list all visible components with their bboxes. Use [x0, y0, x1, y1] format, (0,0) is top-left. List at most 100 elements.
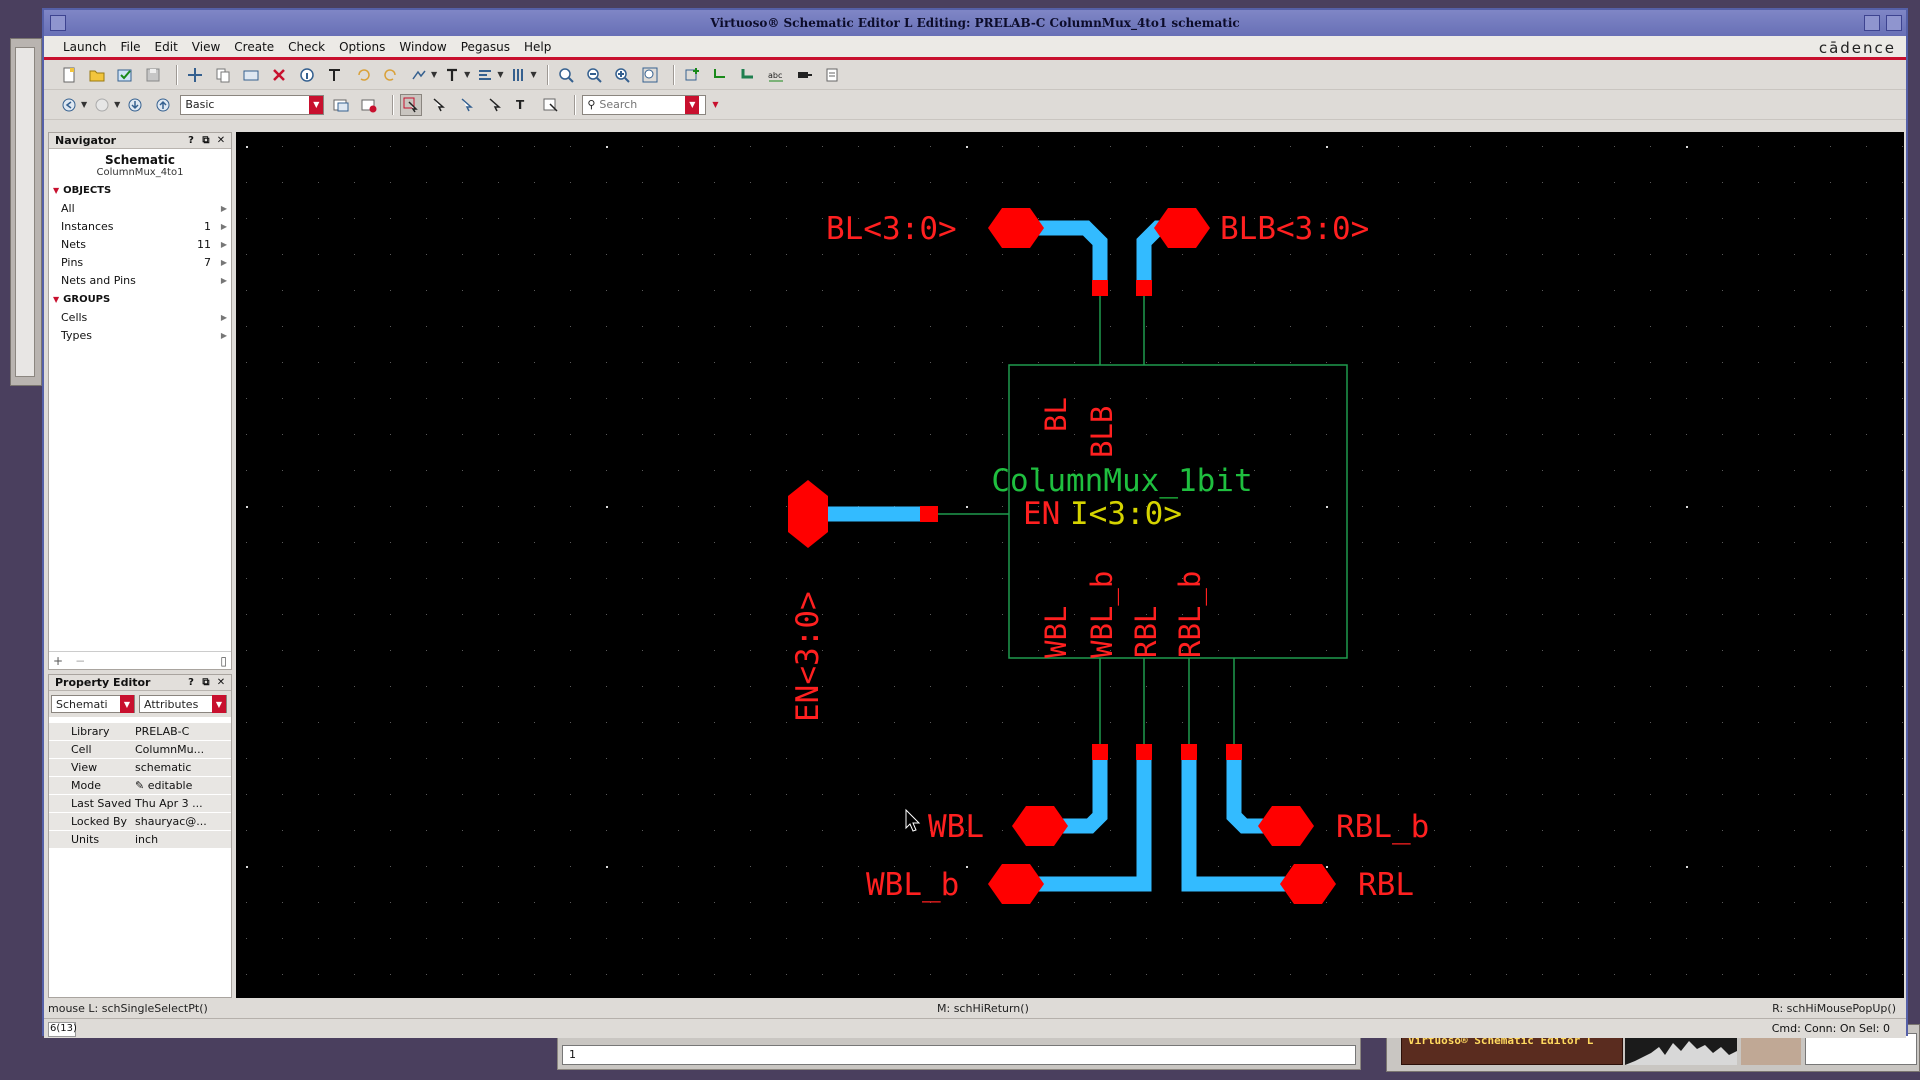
search-options-chevron-icon[interactable]: ▼: [712, 100, 718, 109]
hierarchy-icon[interactable]: [408, 64, 430, 86]
wire-bl[interactable]: [1032, 220, 1108, 282]
add-instance-icon[interactable]: [681, 64, 703, 86]
attributes-combo[interactable]: Attributes ▼: [139, 695, 227, 713]
pin-rbl-b[interactable]: [1258, 806, 1314, 846]
nav-item-instances[interactable]: Instances 1 ▶: [49, 217, 231, 235]
property-row[interactable]: Library PRELAB-C: [49, 723, 231, 741]
redo-icon[interactable]: [380, 64, 402, 86]
menu-create[interactable]: Create: [227, 40, 281, 54]
property-row[interactable]: Units inch: [49, 831, 231, 849]
expand-triangle-icon: ▼: [53, 295, 60, 304]
distribute-icon[interactable]: [507, 64, 529, 86]
align-icon[interactable]: [474, 64, 496, 86]
select-text-icon[interactable]: T: [512, 94, 534, 116]
nav-item-cells[interactable]: Cells ▶: [49, 308, 231, 326]
remove-group-icon[interactable]: −: [75, 654, 85, 668]
nav-item-nets[interactable]: Nets 11 ▶: [49, 235, 231, 253]
select-nets-icon[interactable]: [456, 94, 478, 116]
help-icon[interactable]: ?: [185, 676, 197, 688]
menu-edit[interactable]: Edit: [148, 40, 185, 54]
mouse-binding-bar: mouse L: schSingleSelectPt() M: schHiRet…: [44, 1000, 1906, 1018]
move-icon[interactable]: [184, 64, 206, 86]
add-text-icon[interactable]: [441, 64, 463, 86]
workspace-save-icon[interactable]: [330, 94, 352, 116]
nav-item-all[interactable]: All ▶: [49, 199, 231, 217]
search-combo[interactable]: ⚲ ▼: [582, 94, 707, 115]
property-row[interactable]: Last Saved Thu Apr 3 ...: [49, 795, 231, 813]
close-icon[interactable]: ✕: [215, 134, 227, 146]
close-icon[interactable]: ✕: [215, 676, 227, 688]
property-row[interactable]: Locked By shauryac@...: [49, 813, 231, 831]
return-icon[interactable]: [152, 94, 174, 116]
select-all-icon[interactable]: [400, 93, 423, 116]
back-icon[interactable]: [58, 94, 80, 116]
bg-cli-input[interactable]: 1: [562, 1045, 1356, 1065]
select-instances-icon[interactable]: [428, 94, 450, 116]
panel-toggle-icon[interactable]: ▯: [220, 654, 227, 668]
chevron-down-icon[interactable]: ▼: [212, 695, 226, 713]
minimize-icon[interactable]: [1864, 15, 1880, 31]
menu-launch[interactable]: Launch: [56, 40, 113, 54]
nav-item-types[interactable]: Types ▶: [49, 326, 231, 344]
chevron-down-icon[interactable]: ▼: [309, 95, 324, 114]
chevron-down-icon[interactable]: ▼: [120, 695, 134, 713]
menu-pegasus[interactable]: Pegasus: [454, 40, 517, 54]
new-file-icon[interactable]: [58, 64, 80, 86]
open-folder-icon[interactable]: [86, 64, 108, 86]
select-pins-icon[interactable]: [484, 94, 506, 116]
pin-en[interactable]: [788, 480, 828, 548]
search-input[interactable]: [599, 98, 686, 111]
help-icon[interactable]: ?: [185, 134, 197, 146]
pin-label-wbl: WBL: [928, 809, 984, 845]
pin-wbl-b[interactable]: [988, 864, 1044, 904]
property-row[interactable]: Mode ✎ editable: [49, 777, 231, 795]
descend-icon[interactable]: [124, 94, 146, 116]
add-wide-wire-icon[interactable]: [737, 64, 759, 86]
groups-group[interactable]: ▼ GROUPS: [49, 291, 231, 308]
pin-wbl[interactable]: [1012, 806, 1068, 846]
add-group-icon[interactable]: +: [53, 654, 63, 668]
command-status-bar: 6(13) Cmd: Conn: On Sel: 0: [44, 1018, 1906, 1038]
object-type-combo[interactable]: Schemati ▼: [51, 695, 135, 713]
stretch-icon[interactable]: [240, 64, 262, 86]
pin-bl[interactable]: [988, 208, 1044, 248]
float-icon[interactable]: ⧉: [200, 676, 212, 688]
check-and-save-icon[interactable]: [114, 64, 136, 86]
zoom-out-icon[interactable]: [583, 64, 605, 86]
delete-icon[interactable]: [268, 64, 290, 86]
forward-icon[interactable]: [91, 94, 113, 116]
chevron-down-icon[interactable]: ▼: [685, 95, 700, 114]
menu-window[interactable]: Window: [392, 40, 453, 54]
workspace-combo[interactable]: Basic ▼: [180, 94, 325, 115]
add-wire-name-icon[interactable]: abc: [765, 64, 787, 86]
menu-options[interactable]: Options: [332, 40, 392, 54]
window-menu-icon[interactable]: [50, 15, 66, 31]
workspace-delete-icon[interactable]: [358, 94, 380, 116]
objects-group[interactable]: ▼ OBJECTS: [49, 182, 231, 199]
add-pin-icon[interactable]: [793, 64, 815, 86]
menu-help[interactable]: Help: [517, 40, 558, 54]
add-wire-icon[interactable]: [709, 64, 731, 86]
zoom-fit-icon[interactable]: [555, 64, 577, 86]
zoom-in-icon[interactable]: [611, 64, 633, 86]
menu-file[interactable]: File: [113, 40, 147, 54]
undo-icon[interactable]: [352, 64, 374, 86]
property-row[interactable]: Cell ColumnMu...: [49, 741, 231, 759]
float-icon[interactable]: ⧉: [200, 134, 212, 146]
select-filter-icon[interactable]: [540, 94, 562, 116]
save-icon[interactable]: [142, 64, 164, 86]
nav-item-nets-and-pins[interactable]: Nets and Pins ▶: [49, 271, 231, 289]
zoom-area-icon[interactable]: [639, 64, 661, 86]
maximize-icon[interactable]: [1886, 15, 1902, 31]
menu-check[interactable]: Check: [281, 40, 332, 54]
property-row[interactable]: View schematic: [49, 759, 231, 777]
pin-blb[interactable]: [1154, 208, 1210, 248]
schematic-canvas[interactable]: ColumnMux_1bit EN I<3:0> BL BLB WBL WBL_…: [236, 132, 1904, 998]
pin-rbl[interactable]: [1280, 864, 1336, 904]
copy-icon[interactable]: [212, 64, 234, 86]
add-note-icon[interactable]: [821, 64, 843, 86]
menu-view[interactable]: View: [185, 40, 227, 54]
text-edit-icon[interactable]: [324, 64, 346, 86]
nav-item-pins[interactable]: Pins 7 ▶: [49, 253, 231, 271]
properties-icon[interactable]: [296, 64, 318, 86]
